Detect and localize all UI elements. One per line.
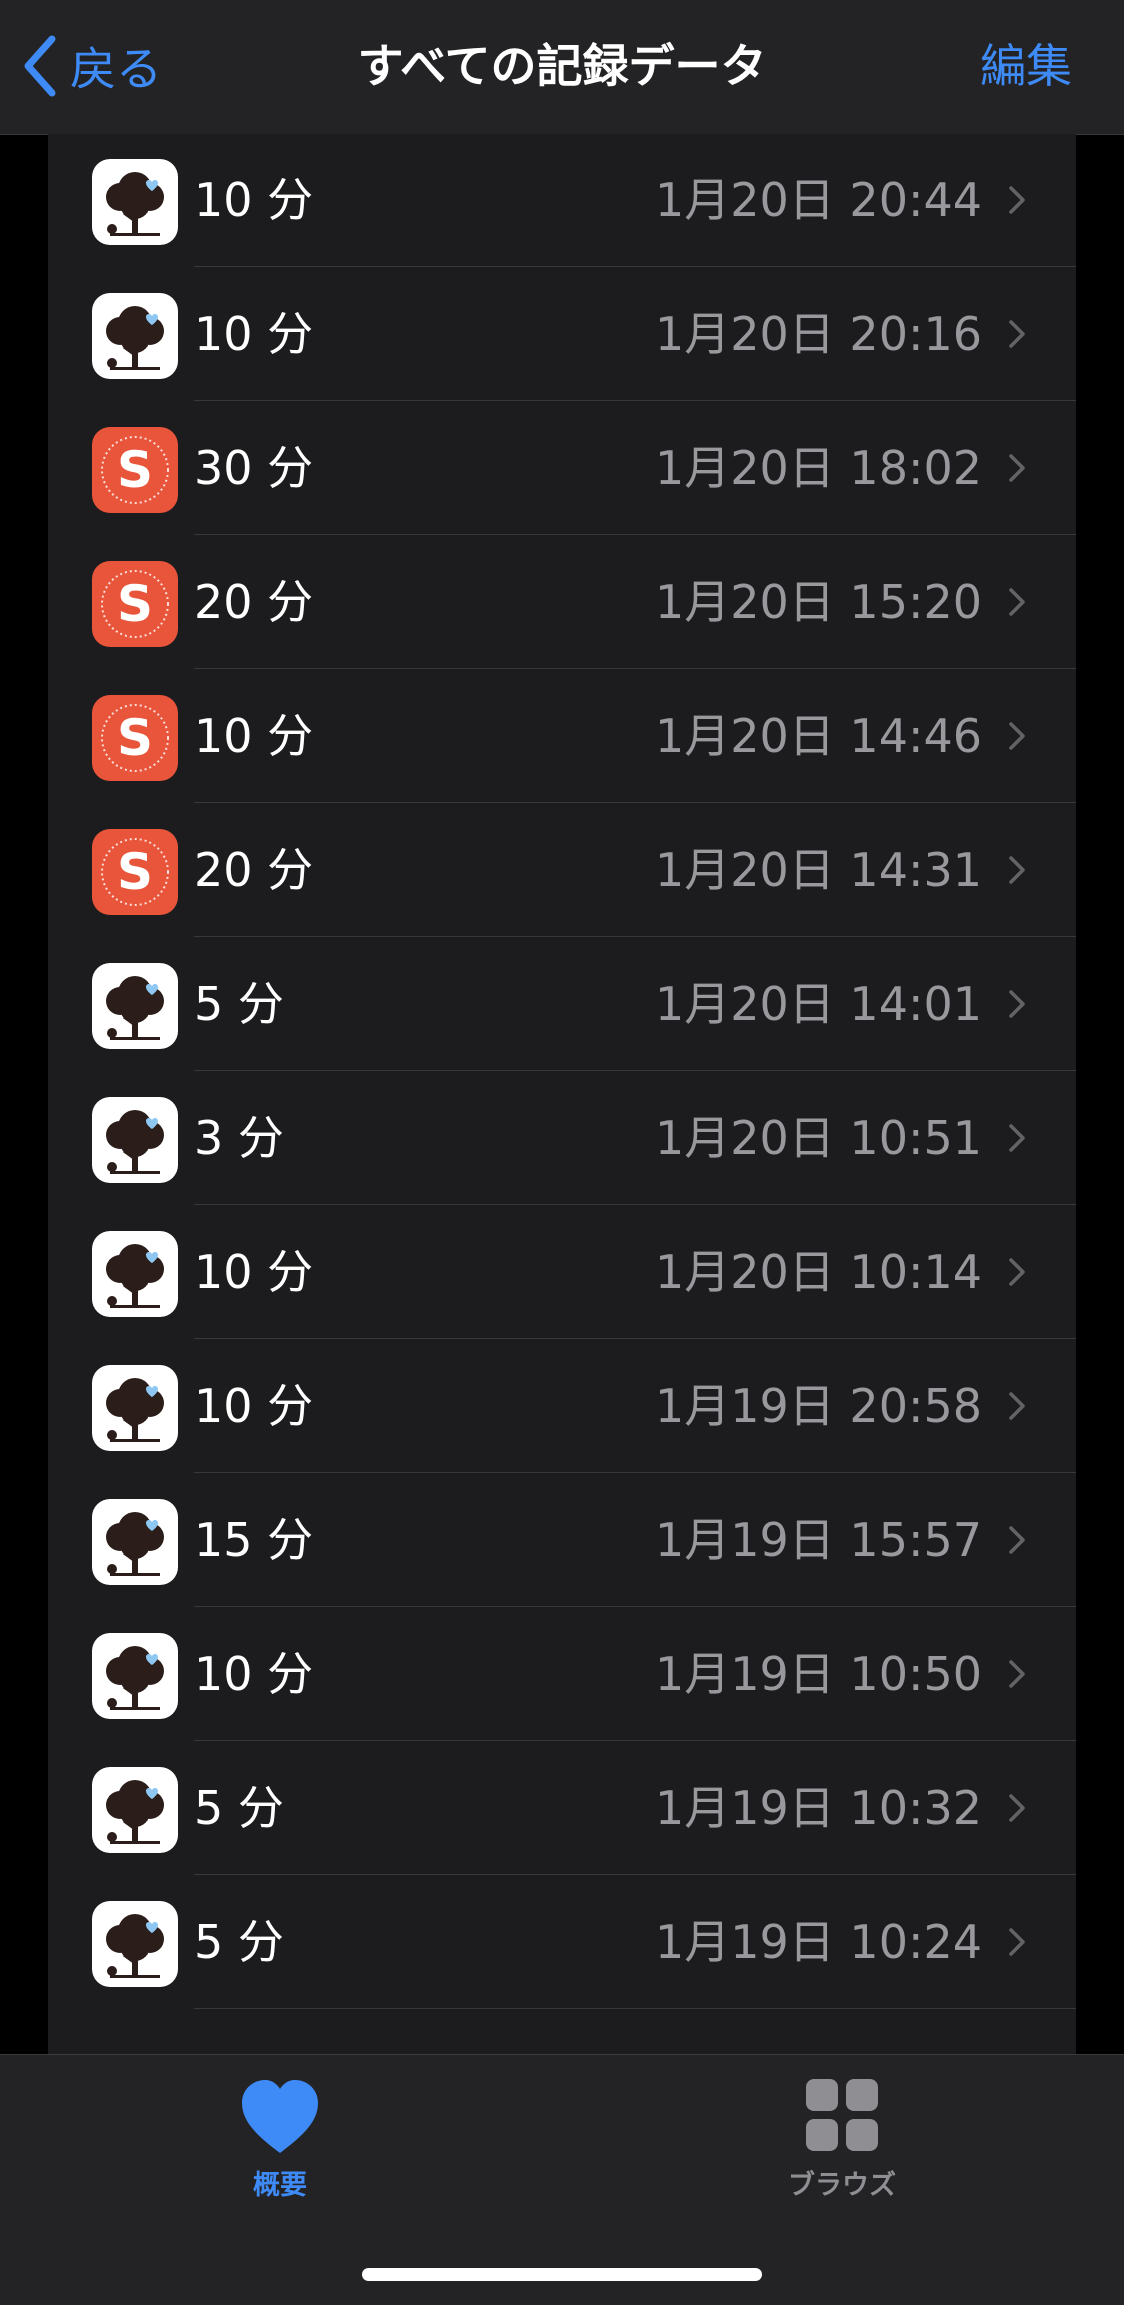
record-date: 1月20日 14:46 [655, 709, 982, 763]
record-date: 1月19日 20:58 [655, 1379, 982, 1433]
list-item[interactable]: 5 分 1月19日 10:24 [48, 1875, 1076, 2009]
record-duration: 10 分 [194, 709, 314, 763]
list-item[interactable]: 10 分 1月19日 20:58 [48, 1339, 1076, 1473]
chevron-right-icon [1008, 1525, 1026, 1555]
record-date: 1月20日 20:16 [655, 307, 982, 361]
record-duration: 20 分 [194, 575, 314, 629]
list-item[interactable]: 10 分 1月20日 20:16 [48, 267, 1076, 401]
record-duration: 30 分 [194, 441, 314, 495]
chevron-right-icon [1008, 185, 1026, 215]
record-duration: 10 分 [194, 307, 314, 361]
record-date: 1月19日 10:24 [655, 1915, 982, 1969]
svg-text:S: S [117, 575, 153, 633]
grid-icon [806, 2079, 878, 2151]
record-date: 1月20日 10:14 [655, 1245, 982, 1299]
edit-button[interactable]: 編集 [980, 30, 1072, 102]
tree-app-icon [92, 1365, 178, 1451]
svg-text:S: S [117, 441, 153, 499]
list-item[interactable]: S 20 分 1月20日 15:20 [48, 535, 1076, 669]
s-app-icon: S [92, 695, 178, 781]
tree-app-icon [92, 1097, 178, 1183]
chevron-right-icon [1008, 1123, 1026, 1153]
chevron-right-icon [1008, 989, 1026, 1019]
record-date: 1月20日 20:44 [655, 173, 982, 227]
list-item[interactable]: 10 分 1月20日 20:44 [48, 134, 1076, 267]
list-item[interactable]: S 20 分 1月20日 14:31 [48, 803, 1076, 937]
record-duration: 10 分 [194, 173, 314, 227]
tree-app-icon [92, 293, 178, 379]
home-indicator [362, 2268, 762, 2281]
page-title: すべての記録データ [357, 39, 767, 93]
svg-text:S: S [117, 709, 153, 767]
list-item[interactable]: 10 分 1月20日 10:14 [48, 1205, 1076, 1339]
record-duration: 10 分 [194, 1379, 314, 1433]
record-duration: 5 分 [194, 1915, 284, 1969]
record-duration: 5 分 [194, 1781, 284, 1835]
record-duration: 15 分 [194, 1513, 314, 1567]
chevron-right-icon [1008, 319, 1026, 349]
tree-app-icon [92, 1499, 178, 1585]
s-app-icon: S [92, 829, 178, 915]
list-item[interactable]: S 30 分 1月20日 18:02 [48, 401, 1076, 535]
tab-browse[interactable]: ブラウズ [742, 2077, 942, 2202]
tree-app-icon [92, 159, 178, 245]
tree-app-icon [92, 963, 178, 1049]
s-app-icon: S [92, 561, 178, 647]
record-duration: 20 分 [194, 843, 314, 897]
list-item[interactable]: 3 分 1月20日 10:51 [48, 1071, 1076, 1205]
s-app-icon: S [92, 427, 178, 513]
record-duration: 3 分 [194, 1111, 284, 1165]
svg-text:S: S [117, 843, 153, 901]
tree-app-icon [92, 1901, 178, 1987]
tree-app-icon [92, 1633, 178, 1719]
chevron-right-icon [1008, 587, 1026, 617]
list-item[interactable]: 10 分 1月19日 10:50 [48, 1607, 1076, 1741]
record-duration: 5 分 [194, 977, 284, 1031]
chevron-right-icon [1008, 721, 1026, 751]
record-date: 1月19日 15:57 [655, 1513, 982, 1567]
record-date: 1月19日 10:50 [655, 1647, 982, 1701]
chevron-right-icon [1008, 1659, 1026, 1689]
record-date: 1月20日 10:51 [655, 1111, 982, 1165]
record-date: 1月20日 18:02 [655, 441, 982, 495]
heart-icon [242, 2080, 318, 2153]
chevron-right-icon [1008, 1793, 1026, 1823]
record-date: 1月20日 15:20 [655, 575, 982, 629]
tree-app-icon [92, 1231, 178, 1317]
record-duration: 10 分 [194, 1647, 314, 1701]
list-item[interactable]: 5 分 1月19日 10:32 [48, 1741, 1076, 1875]
chevron-right-icon [1008, 1257, 1026, 1287]
record-date: 1月20日 14:31 [655, 843, 982, 897]
record-list: 10 分 1月20日 20:44 10 分 1月20日 20:16 S 30 分 1月20日… [48, 134, 1076, 2054]
list-item[interactable]: S 10 分 1月20日 14:46 [48, 669, 1076, 803]
tab-summary-label: 概要 [253, 2170, 307, 2201]
list-item[interactable]: 5 分 1月20日 14:01 [48, 937, 1076, 1071]
tree-app-icon [92, 1767, 178, 1853]
record-duration: 10 分 [194, 1245, 314, 1299]
chevron-right-icon [1008, 855, 1026, 885]
tab-browse-label: ブラウズ [788, 2170, 896, 2201]
list-item[interactable]: 15 分 1月19日 15:57 [48, 1473, 1076, 1607]
chevron-right-icon [1008, 453, 1026, 483]
record-date: 1月20日 14:01 [655, 977, 982, 1031]
record-date: 1月19日 10:32 [655, 1781, 982, 1835]
chevron-right-icon [1008, 1391, 1026, 1421]
chevron-right-icon [1008, 1927, 1026, 1957]
navigation-bar: 戻る すべての記録データ 編集 [0, 0, 1124, 135]
tab-summary[interactable]: 概要 [180, 2077, 380, 2202]
